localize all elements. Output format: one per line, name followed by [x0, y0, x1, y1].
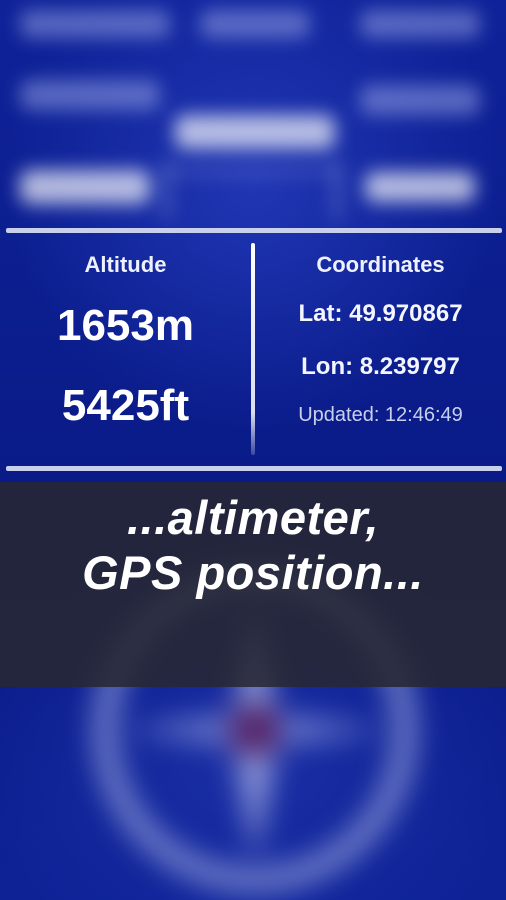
caption-line-1: ...altimeter,: [126, 491, 380, 544]
updated-time: Updated: 12:46:49: [298, 404, 463, 426]
altitude-heading: Altitude: [84, 252, 167, 277]
blurred-weather-panel: [0, 0, 506, 225]
altitude-feet: 5425ft: [61, 381, 190, 430]
promo-caption: ...altimeter, GPS position...: [0, 490, 506, 601]
altitude-panel: Altitude 1653m 5425ft: [0, 238, 251, 428]
caption-line-2: GPS position...: [82, 546, 424, 600]
coordinates-heading: Coordinates: [316, 252, 445, 277]
latitude-value: Lat: 49.970867: [298, 300, 463, 327]
top-divider: [6, 228, 502, 233]
coordinates-panel: Coordinates Lat: 49.970867 Lon: 8.239797…: [255, 238, 506, 427]
longitude-value: Lon: 8.239797: [301, 353, 460, 380]
bottom-divider: [6, 466, 502, 471]
altitude-meters: 1653m: [56, 301, 194, 350]
